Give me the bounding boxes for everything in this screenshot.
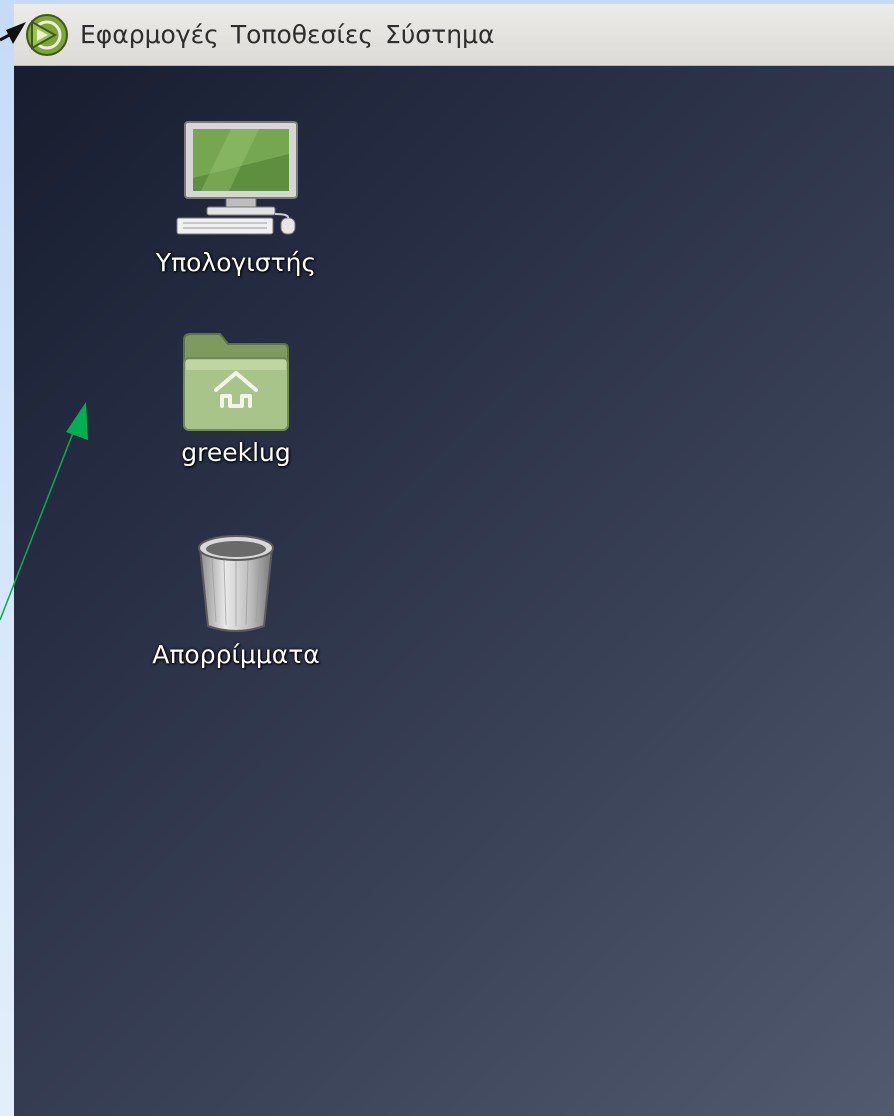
desktop-icon-trash[interactable]: Απορρίμματα xyxy=(121,524,351,669)
trash-icon xyxy=(190,524,282,636)
menu-system[interactable]: Σύστημα xyxy=(379,20,500,49)
top-panel: Εφαρμογές Τοποθεσίες Σύστημα xyxy=(14,4,894,66)
desktop-icon-computer[interactable]: Υπολογιστής xyxy=(121,116,351,277)
desktop-icon-label: Απορρίμματα xyxy=(152,640,320,669)
home-folder-icon xyxy=(180,322,292,434)
desktop-icon-label: greeklug xyxy=(181,438,291,467)
menu-applications[interactable]: Εφαρμογές xyxy=(74,20,225,49)
desktop-screen: Εφαρμογές Τοποθεσίες Σύστημα Υπολογιστής… xyxy=(14,4,894,1116)
computer-icon xyxy=(171,116,301,244)
menu-places[interactable]: Τοποθεσίες xyxy=(225,20,379,49)
distributor-logo-icon[interactable] xyxy=(22,10,72,60)
desktop-icon-label: Υπολογιστής xyxy=(155,248,317,277)
desktop-icon-home[interactable]: greeklug xyxy=(121,322,351,467)
